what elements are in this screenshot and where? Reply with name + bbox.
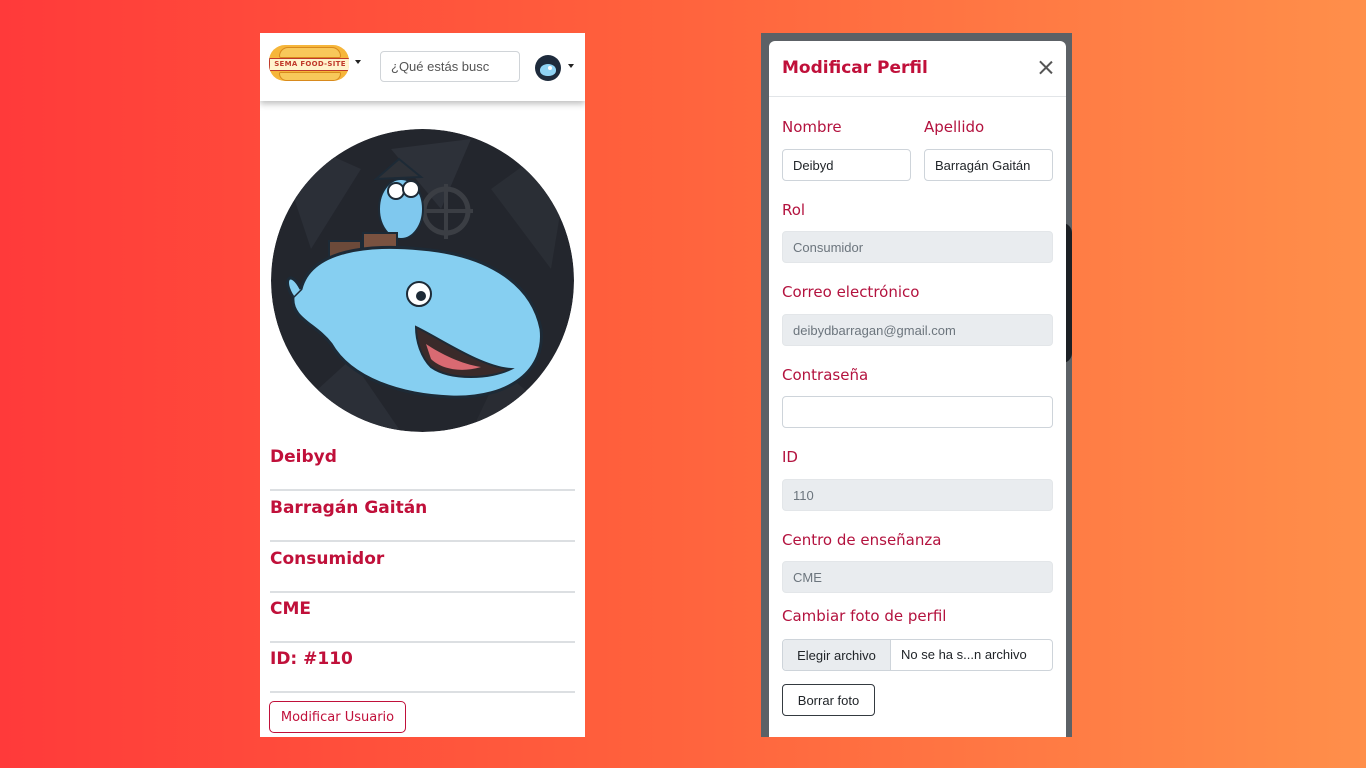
label-id: ID — [782, 448, 798, 466]
rol-input — [782, 231, 1053, 263]
centro-input — [782, 561, 1053, 593]
choose-file-button[interactable]: Elegir archivo — [783, 640, 891, 670]
profile-first-name: Deibyd — [270, 441, 575, 491]
profile-center: CME — [270, 593, 575, 643]
email-field — [782, 314, 1053, 346]
file-status: No se ha s...n archivo — [901, 647, 1027, 662]
profile-role: Consumidor — [270, 543, 575, 593]
close-icon[interactable] — [1035, 57, 1057, 79]
label-nombre: Nombre — [782, 118, 842, 136]
avatar[interactable] — [535, 55, 561, 81]
pirate-whale-illustration — [271, 129, 574, 432]
label-centro: Centro de enseñanza — [782, 531, 942, 549]
label-apellido: Apellido — [924, 118, 985, 136]
label-foto: Cambiar foto de perfil — [782, 607, 947, 625]
edit-profile-screen: Modificar Perfil Nombre Apellido Rol Cor… — [761, 33, 1072, 737]
label-rol: Rol — [782, 201, 806, 219]
apellido-input[interactable] — [924, 149, 1053, 181]
label-contrasena: Contraseña — [782, 366, 869, 384]
nombre-input[interactable] — [782, 149, 911, 181]
search-input[interactable] — [380, 51, 520, 82]
chevron-down-icon[interactable] — [568, 64, 574, 68]
password-field[interactable] — [782, 396, 1053, 428]
logo-bun-bottom — [279, 72, 341, 81]
profile-photo-file-input[interactable]: Elegir archivo No se ha s...n archivo — [782, 639, 1053, 671]
modify-user-button[interactable]: Modificar Usuario — [269, 701, 406, 733]
chevron-down-icon[interactable] — [355, 60, 361, 64]
modal-title: Modificar Perfil — [782, 58, 928, 78]
label-correo: Correo electrónico — [782, 283, 920, 301]
delete-photo-button[interactable]: Borrar foto — [782, 684, 875, 716]
logo-bun-top — [279, 47, 341, 58]
edit-profile-modal: Modificar Perfil Nombre Apellido Rol Cor… — [769, 41, 1066, 737]
logo-text: SEMA FOOD-SITE — [269, 58, 349, 71]
brand-logo[interactable]: SEMA FOOD-SITE — [269, 45, 349, 81]
whale-eye — [548, 66, 552, 70]
id-input — [782, 479, 1053, 511]
profile-picture — [271, 129, 574, 432]
profile-id: ID: #110 — [270, 643, 575, 693]
profile-screen: SEMA FOOD-SITE ¿Qué estás busc Deibyd Ba… — [260, 33, 585, 737]
modal-header: Modificar Perfil — [769, 41, 1066, 97]
profile-last-name: Barragán Gaitán — [270, 492, 575, 542]
navbar: SEMA FOOD-SITE — [260, 33, 585, 101]
